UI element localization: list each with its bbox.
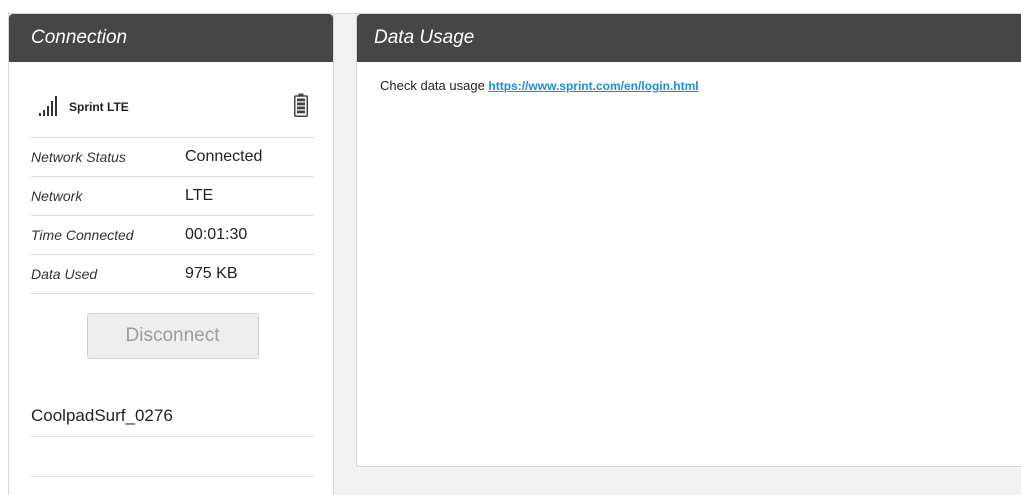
data-usage-text: Check data usage <box>380 78 485 93</box>
network-status-label: Network Status <box>31 149 126 165</box>
ssid-row: CoolpadSurf_0276 <box>31 396 314 437</box>
data-used-value: 975 KB <box>185 265 238 282</box>
connection-panel-title: Connection <box>9 14 333 62</box>
connection-panel: Connection Sprint LTE Network Status Con… <box>9 14 334 495</box>
empty-row <box>31 437 314 477</box>
time-connected-row: Time Connected 00:01:30 <box>31 216 314 255</box>
time-connected-label: Time Connected <box>31 227 134 243</box>
carrier-row: Sprint LTE <box>31 88 314 138</box>
sprint-login-link[interactable]: https://www.sprint.com/en/login.html <box>488 79 698 93</box>
data-used-row: Data Used 975 KB <box>31 255 314 294</box>
battery-icon <box>294 93 308 117</box>
network-label: Network <box>31 188 83 204</box>
network-status-value: Connected <box>185 148 263 165</box>
carrier-name: Sprint LTE <box>69 100 129 114</box>
network-status-row: Network Status Connected <box>31 138 314 177</box>
data-usage-panel: Data Usage Check data usage https://www.… <box>356 14 1021 467</box>
network-value: LTE <box>185 187 214 204</box>
signal-bars-icon <box>39 96 57 116</box>
data-usage-panel-title: Data Usage <box>357 14 1021 62</box>
network-row: Network LTE <box>31 177 314 216</box>
data-usage-line: Check data usage https://www.sprint.com/… <box>357 62 1021 93</box>
time-connected-value: 00:01:30 <box>185 226 248 243</box>
disconnect-button[interactable]: Disconnect <box>86 313 259 359</box>
ssid-name: CoolpadSurf_0276 <box>31 406 173 425</box>
connection-panel-body: Sprint LTE Network Status Connected Netw… <box>9 88 333 477</box>
data-used-label: Data Used <box>31 266 98 282</box>
disconnect-container: Disconnect <box>31 294 314 386</box>
